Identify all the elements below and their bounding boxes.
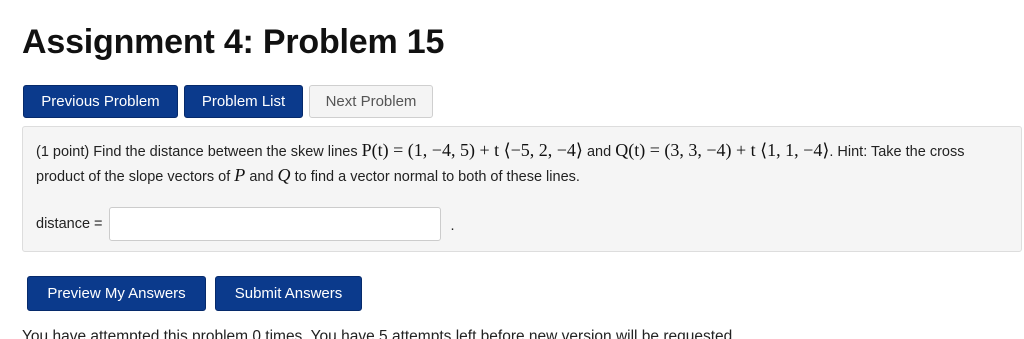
- points-label: (1 point): [36, 144, 90, 160]
- line-q-equation: Q(t) = (3, 3, −4) + t ⟨1, 1, −4⟩: [615, 140, 830, 160]
- problem-body: (1 point) Find the distance between the …: [22, 126, 1022, 252]
- conjunction-and-2: and: [249, 169, 274, 185]
- attempts-message: You have attempted this problem 0 times.…: [22, 328, 737, 339]
- webwork-problem-page: Assignment 4: Problem 15 Previous Proble…: [0, 0, 1024, 339]
- problem-list-button[interactable]: Problem List: [184, 85, 303, 118]
- answer-actions: Preview My Answers Submit Answers: [27, 276, 362, 311]
- previous-problem-button[interactable]: Previous Problem: [23, 85, 178, 118]
- submit-answers-button[interactable]: Submit Answers: [215, 276, 362, 311]
- problem-hint-end: to find a vector normal to both of these…: [294, 169, 580, 185]
- line-p-equation: P(t) = (1, −4, 5) + t ⟨−5, 2, −4⟩: [361, 140, 583, 160]
- preview-answers-button[interactable]: Preview My Answers: [27, 276, 206, 311]
- answer-trailing-period: .: [450, 218, 455, 234]
- problem-statement: (1 point) Find the distance between the …: [36, 139, 1011, 189]
- distance-answer-input[interactable]: [108, 207, 441, 241]
- variable-p: P: [234, 165, 246, 185]
- next-problem-button: Next Problem: [309, 85, 433, 118]
- conjunction-and: and: [586, 144, 612, 160]
- problem-navigation: Previous Problem Problem List Next Probl…: [23, 85, 433, 118]
- answer-row: distance = .: [36, 207, 455, 241]
- problem-text-intro: Find the distance between the skew lines: [93, 144, 358, 160]
- variable-q: Q: [277, 165, 291, 185]
- distance-label: distance =: [36, 216, 103, 232]
- page-title: Assignment 4: Problem 15: [22, 23, 445, 61]
